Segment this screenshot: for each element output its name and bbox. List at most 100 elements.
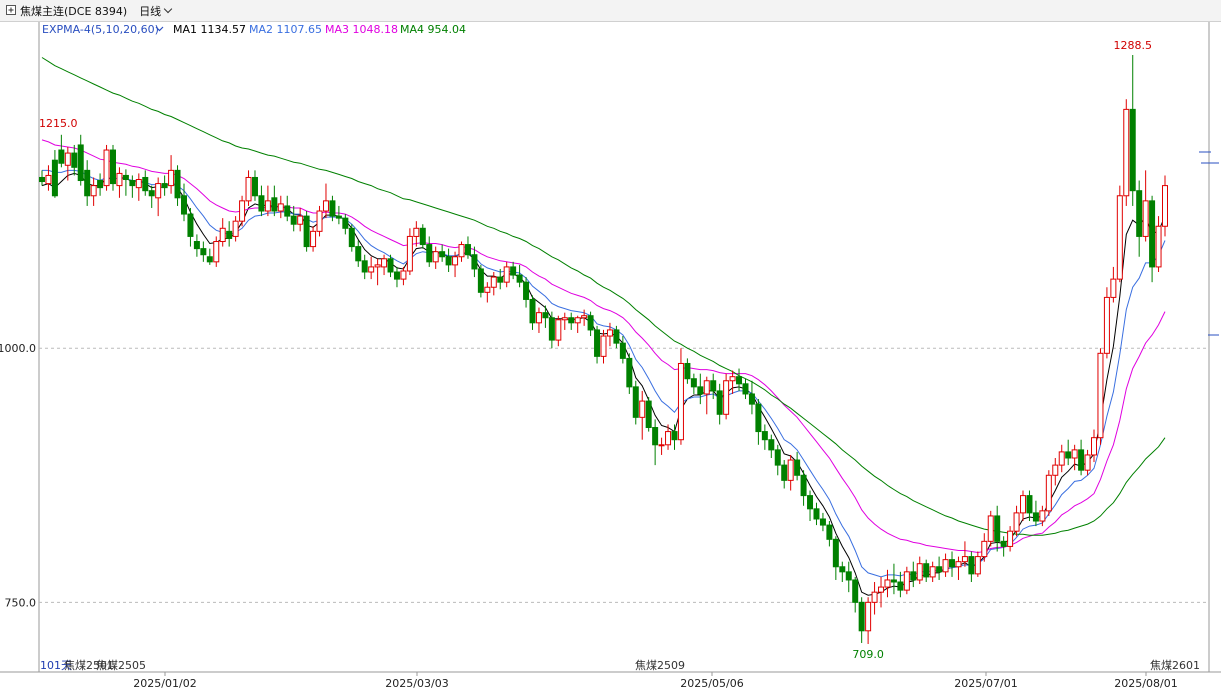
candle-body (936, 566, 943, 573)
period-dropdown[interactable]: 日线 (133, 0, 177, 22)
period-label: 日线 (139, 4, 162, 18)
candle-body (284, 205, 291, 217)
candle[interactable] (103, 144, 110, 191)
candle[interactable] (1103, 287, 1110, 359)
candle-body (574, 317, 581, 324)
candle-body (1116, 195, 1123, 280)
candle-body (310, 230, 317, 248)
candle-body (335, 215, 342, 219)
candle-body (245, 176, 252, 202)
candle-body (1136, 190, 1143, 237)
candle-body (277, 203, 284, 212)
candle-body (458, 244, 465, 258)
candle-body (794, 459, 801, 476)
candle-body (903, 571, 910, 591)
candle-body (439, 251, 446, 258)
legend-ma1: MA1 1134.57 (173, 23, 246, 36)
candle-body (329, 200, 336, 217)
expand-button[interactable]: 焦煤主连(DCE 8394) (0, 0, 133, 22)
candle[interactable] (1045, 470, 1052, 516)
candle[interactable] (1097, 348, 1104, 445)
chart-window: 焦煤主连(DCE 8394) 日线 1000.0 750.0 1288.5 709.0… (0, 0, 1221, 693)
min-price-label: 709.0 (852, 648, 884, 661)
candlestick-chart[interactable]: 1000.0750.01288.5709.01215.0101天焦煤2501焦煤… (0, 22, 1221, 693)
candle-body (58, 149, 65, 164)
candle-body (1103, 296, 1110, 354)
candle[interactable] (109, 144, 116, 191)
candle-body (955, 561, 962, 568)
candle-body (839, 566, 846, 573)
candle-body (594, 329, 601, 357)
candle-body (103, 149, 110, 187)
legend-ma3: MA3 1048.18 (325, 23, 398, 36)
candle-body (116, 172, 123, 187)
x-tick-label: 2025/07/01 (954, 677, 1017, 690)
plus-square-icon (6, 5, 16, 15)
candle-body (206, 256, 213, 263)
candle-body (142, 176, 149, 192)
candle-body (148, 190, 155, 197)
candle-body (77, 144, 84, 182)
candle-body (832, 538, 839, 568)
candle-body (180, 195, 187, 215)
contract-marker: 焦煤2601 (1150, 659, 1200, 672)
candle-body (542, 312, 549, 319)
candle-body (690, 378, 697, 388)
candle-body (213, 241, 220, 263)
candle-body (1142, 200, 1149, 237)
candle-body (994, 515, 1001, 542)
candle-body (929, 566, 936, 578)
candle[interactable] (1123, 99, 1130, 206)
candle-body (1013, 512, 1020, 532)
candle-body (561, 317, 568, 321)
candle-body (923, 563, 930, 578)
candle-body (813, 508, 820, 520)
candle[interactable] (477, 264, 484, 298)
candle-body (800, 474, 807, 497)
candle[interactable] (303, 211, 310, 252)
candle-body (45, 174, 52, 185)
candle-body (387, 258, 394, 273)
candle-body (677, 362, 684, 441)
candle-body (368, 266, 375, 273)
candle-body (503, 266, 510, 283)
candle-body (871, 591, 878, 603)
candle-body (742, 383, 749, 395)
candle-body (632, 386, 639, 418)
candle-body (174, 169, 181, 199)
instrument-label: 焦煤主连(DCE 8394) (20, 4, 128, 18)
legend-ma2: MA2 1107.65 (249, 23, 322, 36)
candle-body (193, 241, 200, 250)
candle[interactable] (419, 224, 426, 249)
candle-body (1058, 451, 1065, 466)
candle-body (942, 559, 949, 573)
candle-body (1000, 540, 1007, 547)
legend-ma4: MA4 954.04 (400, 23, 466, 36)
candle[interactable] (723, 373, 730, 420)
candle-body (755, 403, 762, 433)
candle-body (968, 556, 975, 575)
candle-body (39, 176, 45, 183)
candle-body (961, 556, 968, 563)
candle-body (226, 230, 233, 239)
candle-body (697, 386, 704, 395)
candle-body (665, 431, 672, 446)
candle[interactable] (1116, 185, 1123, 283)
candle-body (787, 459, 794, 481)
candle-body (374, 264, 381, 268)
candle-body (865, 601, 872, 632)
candle-body (129, 180, 136, 187)
candle-body (916, 563, 923, 581)
x-tick-label: 2025/05/06 (680, 677, 743, 690)
candle-body (1052, 464, 1059, 476)
candle-body (1020, 495, 1027, 514)
candle-body (606, 329, 613, 337)
candle-body (555, 319, 562, 341)
candle-body (529, 298, 536, 324)
candle-body (161, 183, 168, 189)
candle-body (97, 180, 104, 189)
candle-body (64, 152, 71, 166)
candle[interactable] (987, 510, 994, 547)
candle-body (51, 159, 58, 197)
candle[interactable] (645, 397, 652, 432)
